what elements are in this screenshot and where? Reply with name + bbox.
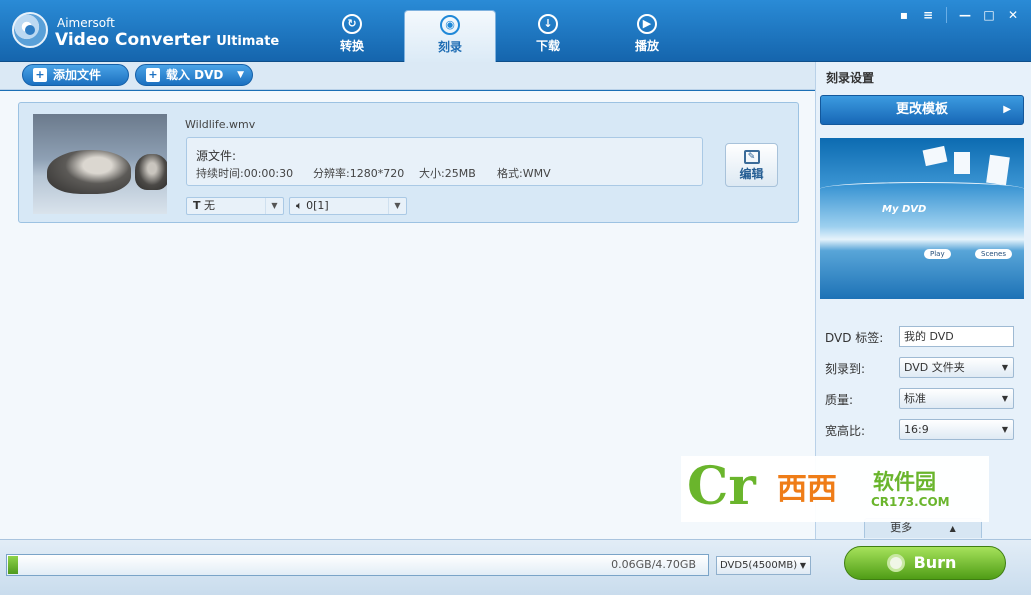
more-label: 更多 — [890, 521, 913, 534]
file-info-box: 源文件: 持续时间:00:00:30 分辨率:1280*720 大小:25MB … — [186, 137, 703, 186]
add-file-button[interactable]: + 添加文件 — [22, 64, 129, 86]
app-logo-icon — [12, 12, 48, 48]
disc-icon — [887, 554, 905, 572]
disc-capacity-bar: 0.06GB/4.70GB — [6, 554, 709, 576]
subtitle-value: 无 — [204, 199, 216, 212]
change-template-button[interactable]: 更改模板 ▶ — [820, 95, 1024, 125]
disc-capacity-text: 0.06GB/4.70GB — [611, 558, 696, 571]
title-bar: Aimersoft Video Converter Ultimate ↻ 转换 … — [0, 0, 1031, 63]
add-file-label: 添加文件 — [53, 68, 102, 82]
audio-track-select[interactable]: 🔈︎ 0[1] ▼ — [289, 197, 407, 215]
subtitle-select[interactable]: T 无 ▼ — [186, 197, 284, 215]
watermark-name-orange: 西西 — [777, 472, 837, 507]
video-thumbnail[interactable] — [33, 114, 167, 214]
tab-label: 下载 — [535, 39, 560, 53]
disc-type-select[interactable]: DVD5(4500MB) ▼ — [716, 556, 811, 575]
chevron-down-icon[interactable]: ▼ — [237, 65, 244, 85]
speaker-icon: 🔈︎ — [296, 199, 303, 212]
aspect-ratio-label: 宽高比: — [825, 424, 866, 438]
watermark-name-green: 软件园 — [873, 470, 936, 494]
window-controls: ▪ ≡ — □ ✕ — [892, 6, 1025, 24]
chevron-right-icon: ▶ — [1003, 104, 1011, 115]
brand-product: Video Converter Ultimate — [55, 30, 279, 50]
chevron-down-icon: ▼ — [1001, 363, 1008, 372]
chevron-down-icon: ▼ — [1001, 425, 1008, 434]
load-dvd-label: 载入 DVD — [166, 68, 224, 82]
watermark-cr-logo: Cr — [687, 456, 756, 517]
source-label: 源文件: — [196, 149, 237, 163]
dvd-label-label: DVD 标签: — [825, 331, 884, 345]
chevron-up-icon: ▲ — [949, 524, 956, 533]
burn-button[interactable]: Burn — [844, 546, 1006, 580]
menu-icon[interactable]: ≡ — [916, 6, 940, 24]
preview-play-button: Play — [924, 249, 951, 259]
burn-to-label: 刻录到: — [825, 362, 866, 376]
audio-value: 0[1] — [306, 199, 329, 212]
chevron-down-icon: ▼ — [388, 198, 406, 214]
chevron-down-icon: ▼ — [799, 561, 806, 570]
burn-label: Burn — [913, 553, 957, 572]
edit-label: 编辑 — [739, 167, 764, 181]
disc-icon: ◉ — [440, 15, 460, 35]
text-icon: T — [193, 199, 201, 212]
tab-label: 播放 — [634, 39, 659, 53]
format-text: 格式:WMV — [497, 167, 551, 180]
refresh-icon: ↻ — [342, 14, 362, 34]
cloth-shape — [922, 145, 948, 167]
quality-select[interactable]: 标准 ▼ — [899, 388, 1014, 409]
file-name: Wildlife.wmv — [185, 118, 256, 131]
duration-text: 持续时间:00:00:30 — [196, 167, 294, 180]
chevron-down-icon: ▼ — [1001, 394, 1008, 403]
preview-scenes-button: Scenes — [975, 249, 1012, 259]
tab-label: 转换 — [339, 39, 364, 53]
cloth-shape — [954, 152, 970, 174]
tab-convert[interactable]: ↻ 转换 — [306, 10, 398, 58]
disc-type-value: DVD5(4500MB) — [720, 560, 798, 571]
window-controls-divider — [946, 7, 947, 23]
aspect-ratio-select[interactable]: 16:9 ▼ — [899, 419, 1014, 440]
file-item[interactable]: Wildlife.wmv 源文件: 持续时间:00:00:30 分辨率:1280… — [18, 102, 799, 223]
dvd-label-input[interactable]: 我的 DVD — [899, 326, 1014, 347]
thumbnail-seal-shape — [47, 150, 131, 194]
edit-button[interactable]: ✎ 编辑 — [725, 143, 778, 187]
load-dvd-button[interactable]: + 载入 DVD ▼ — [135, 64, 253, 86]
watermark-url: CR173.COM — [871, 495, 950, 509]
disc-add-icon: + — [146, 68, 160, 82]
watermark-logo: Cr 西西 软件园 CR173.COM — [681, 456, 989, 522]
tab-play[interactable]: ▶ 播放 — [601, 10, 693, 58]
toolbar: + 添加文件 + 载入 DVD ▼ — [0, 62, 815, 90]
preview-title: My DVD — [882, 204, 927, 215]
burn-to-value: DVD 文件夹 — [904, 361, 965, 374]
brand-vendor: Aimersoft — [57, 16, 115, 30]
minimize-icon[interactable]: — — [953, 6, 977, 24]
brand-product-name: Video Converter — [55, 30, 211, 50]
play-icon: ▶ — [637, 14, 657, 34]
aspect-ratio-value: 16:9 — [904, 423, 929, 436]
maximize-icon[interactable]: □ — [977, 6, 1001, 24]
tab-burn[interactable]: ◉ 刻录 — [404, 10, 496, 63]
clothesline — [820, 182, 1024, 196]
close-icon[interactable]: ✕ — [1001, 6, 1025, 24]
bottom-bar: 0.06GB/4.70GB DVD5(4500MB) ▼ Burn — [0, 539, 1031, 595]
panel-title: 刻录设置 — [826, 71, 875, 85]
chat-icon[interactable]: ▪ — [892, 6, 916, 24]
chevron-down-icon: ▼ — [265, 198, 283, 214]
quality-label: 质量: — [825, 393, 854, 407]
tab-download[interactable]: ↓ 下载 — [502, 10, 594, 58]
size-text: 大小:25MB — [419, 167, 476, 180]
change-template-label: 更改模板 — [895, 102, 948, 117]
brand-edition: Ultimate — [216, 34, 280, 49]
quality-value: 标准 — [904, 392, 926, 405]
burn-to-select[interactable]: DVD 文件夹 ▼ — [899, 357, 1014, 378]
resolution-text: 分辨率:1280*720 — [313, 167, 405, 180]
download-icon: ↓ — [538, 14, 558, 34]
disc-capacity-fill — [8, 556, 18, 574]
tab-label: 刻录 — [437, 40, 462, 54]
edit-icon: ✎ — [743, 150, 760, 164]
menu-template-preview: My DVD Play Scenes — [820, 138, 1024, 299]
cloth-shape — [986, 154, 1010, 186]
add-file-icon: + — [33, 68, 47, 82]
thumbnail-seal-shape — [135, 154, 167, 190]
